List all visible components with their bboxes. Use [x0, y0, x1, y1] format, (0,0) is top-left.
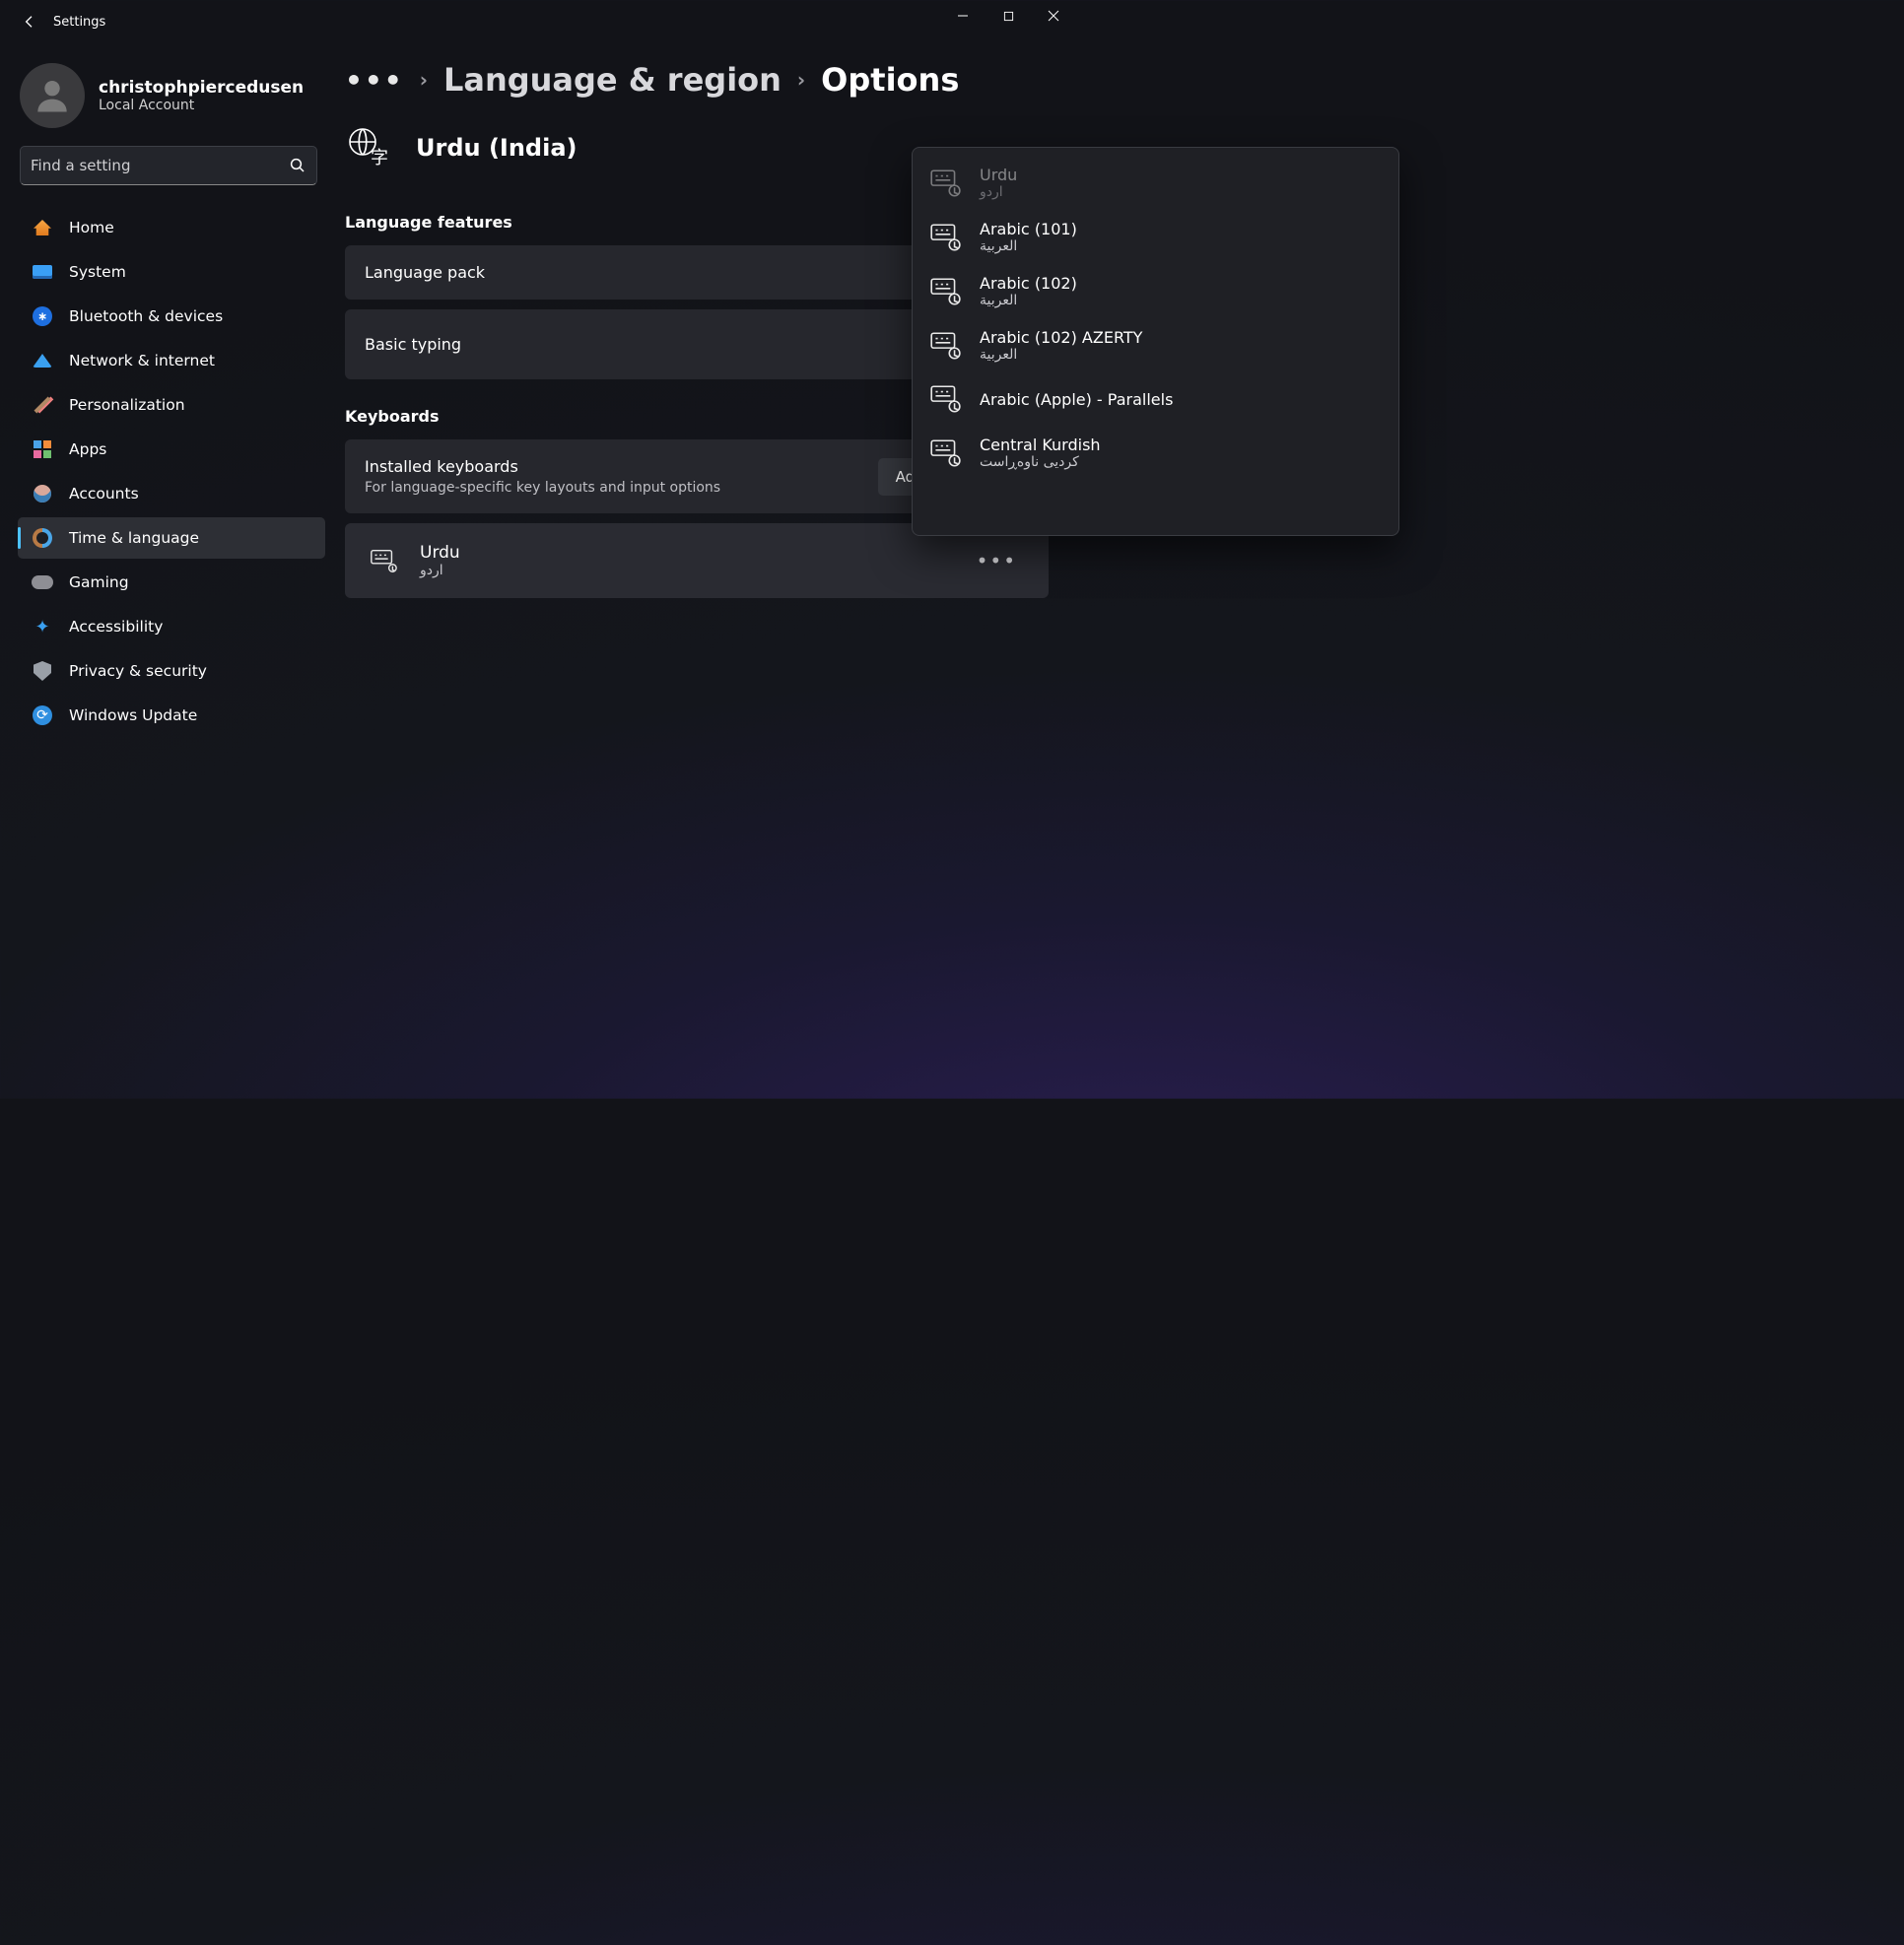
popup-item-name: Arabic (101)	[980, 220, 1077, 238]
keyboard-icon	[928, 221, 962, 254]
popup-item-urdu: Urduاردو	[917, 156, 1394, 210]
sidebar: christophpiercedusen Local Account Home …	[0, 43, 335, 1099]
profile-name: christophpiercedusen	[99, 78, 304, 98]
popup-item-native: العربية	[980, 238, 1077, 254]
breadcrumb: ••• › Language & region › Options	[345, 61, 1049, 99]
nav-label: Privacy & security	[69, 662, 207, 680]
wifi-icon	[32, 350, 53, 371]
home-icon	[32, 217, 53, 238]
language-title: Urdu (India)	[416, 134, 578, 162]
nav-label: Windows Update	[69, 706, 197, 724]
add-keyboard-popup: Urduاردو Arabic (101)العربية Arabic (102…	[912, 147, 1399, 536]
installed-keyboards-sub: For language-specific key layouts and in…	[365, 480, 720, 496]
profile[interactable]: christophpiercedusen Local Account	[18, 63, 325, 128]
installed-keyboards-title: Installed keyboards	[365, 457, 720, 476]
search-icon	[289, 157, 306, 174]
popup-item-arabic-101[interactable]: Arabic (101)العربية	[917, 210, 1394, 264]
shield-icon	[32, 660, 53, 682]
svg-text:字: 字	[371, 148, 388, 168]
nav-privacy[interactable]: Privacy & security	[18, 650, 325, 692]
nav-label: Bluetooth & devices	[69, 307, 223, 325]
popup-item-name: Urdu	[980, 166, 1017, 184]
keyboard-icon	[928, 382, 962, 416]
window-title: Settings	[53, 15, 105, 30]
close-button[interactable]	[1031, 0, 1076, 32]
keyboard-native: اردو	[420, 563, 460, 578]
chevron-right-icon: ›	[797, 68, 805, 92]
nav: Home System ∗ Bluetooth & devices Network…	[18, 207, 325, 736]
keyboard-icon	[928, 436, 962, 470]
popup-item-native: العربية	[980, 293, 1077, 308]
nav-personalization[interactable]: Personalization	[18, 384, 325, 426]
maximize-button[interactable]	[986, 0, 1031, 32]
titlebar: Settings	[0, 0, 1076, 43]
keyboard-icon	[369, 546, 398, 575]
nav-label: Gaming	[69, 573, 129, 591]
nav-label: Personalization	[69, 396, 185, 414]
nav-gaming[interactable]: Gaming	[18, 562, 325, 603]
popup-item-arabic-102[interactable]: Arabic (102)العربية	[917, 264, 1394, 318]
brush-icon	[32, 394, 53, 416]
popup-item-name: Central Kurdish	[980, 436, 1101, 454]
popup-item-arabic-apple-parallels[interactable]: Arabic (Apple) - Parallels	[917, 372, 1394, 426]
search-input[interactable]	[31, 157, 289, 174]
nav-update[interactable]: ⟳ Windows Update	[18, 695, 325, 736]
nav-accounts[interactable]: Accounts	[18, 473, 325, 514]
popup-item-native: العربية	[980, 347, 1142, 363]
nav-label: Network & internet	[69, 352, 215, 369]
keyboard-icon	[928, 167, 962, 200]
nav-label: System	[69, 263, 126, 281]
keyboard-icon	[928, 275, 962, 308]
nav-label: Home	[69, 219, 114, 236]
update-icon: ⟳	[32, 704, 53, 726]
bluetooth-icon: ∗	[32, 305, 53, 327]
person-icon	[32, 483, 53, 504]
popup-item-name: Arabic (102) AZERTY	[980, 328, 1142, 347]
card-label: Basic typing	[365, 335, 461, 354]
profile-sub: Local Account	[99, 98, 304, 113]
nav-label: Apps	[69, 440, 106, 458]
minimize-button[interactable]	[940, 0, 986, 32]
window-controls	[940, 0, 1076, 32]
accessibility-icon: ✦	[32, 616, 53, 637]
nav-accessibility[interactable]: ✦ Accessibility	[18, 606, 325, 647]
search-box[interactable]	[20, 146, 317, 185]
globe-clock-icon	[32, 527, 53, 549]
gamepad-icon	[32, 571, 53, 593]
breadcrumb-overflow[interactable]: •••	[345, 64, 404, 97]
main-content: ••• › Language & region › Options 字 Urdu…	[335, 43, 1076, 1099]
popup-item-native: اردو	[980, 184, 1017, 200]
nav-bluetooth[interactable]: ∗ Bluetooth & devices	[18, 296, 325, 337]
keyboard-name: Urdu	[420, 543, 460, 563]
nav-network[interactable]: Network & internet	[18, 340, 325, 381]
nav-label: Time & language	[69, 529, 199, 547]
nav-time-language[interactable]: Time & language	[18, 517, 325, 559]
card-label: Language pack	[365, 263, 485, 282]
apps-icon	[32, 438, 53, 460]
popup-item-name: Arabic (Apple) - Parallels	[980, 390, 1173, 409]
breadcrumb-link-language-region[interactable]: Language & region	[443, 61, 782, 99]
nav-home[interactable]: Home	[18, 207, 325, 248]
language-globe-icon: 字	[345, 124, 392, 171]
chevron-right-icon: ›	[420, 68, 428, 92]
nav-system[interactable]: System	[18, 251, 325, 293]
popup-item-name: Arabic (102)	[980, 274, 1077, 293]
popup-item-arabic-102-azerty[interactable]: Arabic (102) AZERTYالعربية	[917, 318, 1394, 372]
keyboard-more-button[interactable]: •••	[969, 545, 1025, 576]
keyboard-icon	[928, 329, 962, 363]
system-icon	[32, 261, 53, 283]
nav-label: Accounts	[69, 485, 139, 503]
popup-item-native: کردیی ناوەڕاست	[980, 454, 1101, 470]
popup-item-central-kurdish[interactable]: Central Kurdishکردیی ناوەڕاست	[917, 426, 1394, 480]
nav-apps[interactable]: Apps	[18, 429, 325, 470]
nav-label: Accessibility	[69, 618, 163, 636]
avatar	[20, 63, 85, 128]
back-button[interactable]	[20, 12, 39, 32]
breadcrumb-current: Options	[821, 61, 959, 99]
